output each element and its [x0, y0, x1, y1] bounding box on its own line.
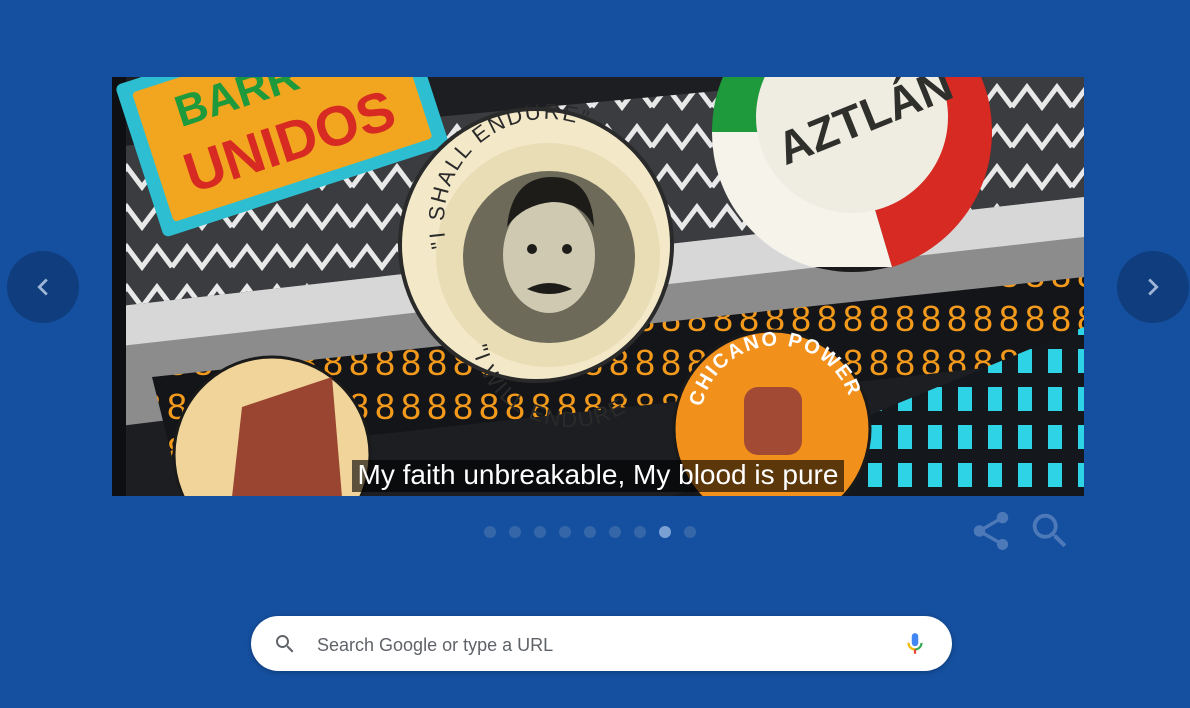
share-icon [973, 511, 1009, 551]
carousel-dots [484, 526, 696, 538]
carousel-dot[interactable] [659, 526, 671, 538]
carousel-dot[interactable] [509, 526, 521, 538]
carousel-dot[interactable] [559, 526, 571, 538]
share-button[interactable] [968, 508, 1014, 554]
carousel-dot[interactable] [634, 526, 646, 538]
carousel-dot[interactable] [584, 526, 596, 538]
previous-slide-button[interactable] [7, 251, 79, 323]
carousel-dot[interactable] [534, 526, 546, 538]
chevron-left-icon [37, 278, 48, 296]
search-box[interactable] [251, 616, 952, 671]
doodle-illustration[interactable]: 8 BARR UNIDOS "I [112, 77, 1084, 496]
next-slide-button[interactable] [1117, 251, 1189, 323]
search-doodle-button[interactable] [1027, 508, 1073, 554]
doodle-caption: My faith unbreakable, My blood is pure [112, 460, 1084, 492]
mic-icon[interactable] [902, 631, 928, 657]
search-icon [276, 635, 294, 653]
carousel-dot[interactable] [484, 526, 496, 538]
search-icon [1032, 513, 1067, 548]
doodle-caption-text: My faith unbreakable, My blood is pure [351, 460, 845, 492]
carousel-dot[interactable] [609, 526, 621, 538]
carousel-dot[interactable] [684, 526, 696, 538]
search-input[interactable] [315, 628, 879, 662]
chevron-right-icon [1148, 278, 1159, 296]
